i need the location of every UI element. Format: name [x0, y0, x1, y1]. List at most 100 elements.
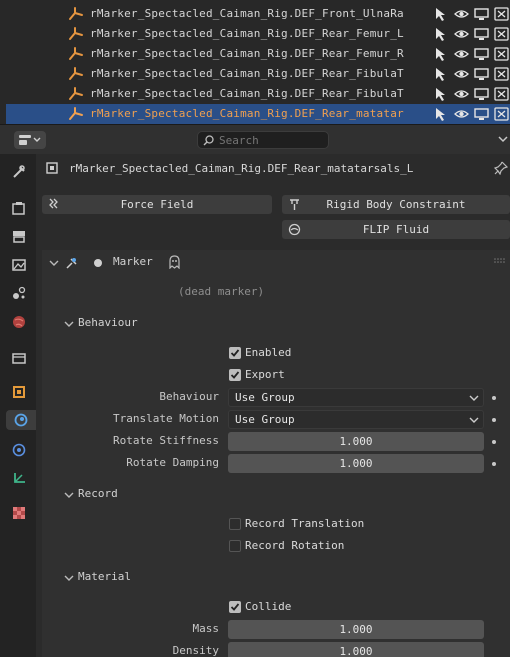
outliner-row[interactable]: rMarker_Spectacled_Caiman_Rig.DEF_Front_…	[6, 4, 510, 24]
outliner-row-name: rMarker_Spectacled_Caiman_Rig.DEF_Rear_F…	[90, 67, 404, 80]
eye-icon[interactable]	[454, 107, 469, 121]
checkmark-icon	[230, 603, 240, 611]
rotate-stiffness-label: Rotate Stiffness	[113, 434, 219, 447]
render-icon[interactable]	[9, 198, 29, 218]
outliner-row-name: rMarker_Spectacled_Caiman_Rig.DEF_Rear_F…	[90, 47, 404, 60]
keyframe-dot[interactable]	[492, 440, 496, 444]
physics-icon[interactable]	[6, 410, 36, 430]
material-collapse-chevron-icon[interactable]	[64, 573, 74, 583]
record-translation-checkbox[interactable]	[229, 518, 241, 530]
eye-icon[interactable]	[454, 87, 469, 101]
search-input[interactable]	[219, 133, 319, 147]
export-checkbox[interactable]	[229, 369, 241, 381]
marker-status: (dead marker)	[178, 285, 265, 298]
collide-label: Collide	[245, 600, 292, 613]
collide-checkbox[interactable]	[229, 601, 241, 613]
select-arrow-icon[interactable]	[434, 87, 449, 101]
translate-motion-dropdown[interactable]: Use Group	[228, 410, 484, 429]
force-field-icon	[49, 198, 58, 209]
select-arrow-icon[interactable]	[434, 27, 449, 41]
eye-icon[interactable]	[454, 27, 469, 41]
bone-icon	[69, 107, 83, 120]
select-arrow-icon[interactable]	[434, 47, 449, 61]
rotate-damping-field[interactable]: 1.000	[228, 454, 484, 473]
flip-fluid-button[interactable]: FLIP Fluid	[282, 220, 510, 239]
constraints-icon[interactable]	[9, 440, 29, 460]
properties-panel: rMarker_Spectacled_Caiman_Rig.DEF_Rear_m…	[36, 154, 510, 657]
world-icon[interactable]	[9, 312, 29, 332]
monitor-icon[interactable]	[474, 7, 489, 21]
mass-field[interactable]: 1.000	[228, 620, 484, 639]
keyframe-dot[interactable]	[492, 462, 496, 466]
enabled-label: Enabled	[245, 346, 292, 359]
checkmark-icon	[230, 371, 240, 379]
select-arrow-icon[interactable]	[434, 107, 449, 121]
behaviour-label: Behaviour	[159, 390, 219, 403]
data-icon[interactable]	[9, 468, 29, 488]
rotate-stiffness-field[interactable]: 1.000	[228, 432, 484, 451]
monitor-icon[interactable]	[474, 67, 489, 81]
camera-icon[interactable]	[494, 107, 509, 121]
monitor-icon[interactable]	[474, 27, 489, 41]
marker-title: Marker	[113, 255, 153, 268]
object-icon[interactable]	[9, 382, 29, 402]
monitor-icon[interactable]	[474, 107, 489, 121]
rigid-body-constraint-icon	[290, 199, 299, 210]
flip-fluid-label: FLIP Fluid	[362, 223, 430, 236]
keyframe-dot[interactable]	[492, 396, 496, 400]
pin-icon[interactable]	[494, 161, 508, 175]
view-layer-icon[interactable]	[9, 255, 29, 275]
tool-icon[interactable]	[9, 162, 29, 182]
eye-icon[interactable]	[454, 7, 469, 21]
force-field-button[interactable]: Force Field	[42, 195, 272, 214]
rigid-body-constraint-label: Rigid Body Constraint	[326, 198, 466, 211]
search-field[interactable]	[197, 131, 329, 149]
chevron-down-icon[interactable]	[497, 133, 509, 145]
rigid-body-constraint-button[interactable]: Rigid Body Constraint	[282, 195, 510, 214]
select-arrow-icon[interactable]	[434, 7, 449, 21]
object-data-icon	[46, 162, 58, 174]
texture-icon[interactable]	[9, 503, 29, 523]
enabled-checkbox[interactable]	[229, 347, 241, 359]
outliner-row[interactable]: rMarker_Spectacled_Caiman_Rig.DEF_Rear_F…	[6, 64, 510, 84]
marker-collapse-chevron-icon[interactable]	[49, 258, 59, 268]
eye-icon[interactable]	[454, 67, 469, 81]
outliner-row[interactable]: rMarker_Spectacled_Caiman_Rig.DEF_Rear_F…	[6, 84, 510, 104]
scene-icon[interactable]	[9, 283, 29, 303]
ghost-icon	[169, 255, 180, 269]
monitor-icon[interactable]	[474, 47, 489, 61]
force-field-label: Force Field	[120, 198, 194, 211]
camera-icon[interactable]	[494, 47, 509, 61]
monitor-icon[interactable]	[474, 87, 489, 101]
density-field[interactable]: 1.000	[228, 642, 484, 657]
behaviour-section-title: Behaviour	[78, 316, 138, 329]
select-arrow-icon[interactable]	[434, 67, 449, 81]
outliner: rMarker_Spectacled_Caiman_Rig.DEF_Front_…	[0, 0, 510, 124]
outliner-row[interactable]: rMarker_Spectacled_Caiman_Rig.DEF_Rear_F…	[6, 24, 510, 44]
behaviour-value: Use Group	[235, 391, 295, 404]
marker-panel: Marker (dead marker) Behaviour Enabled E…	[42, 250, 510, 657]
drag-handle-icon[interactable]	[494, 258, 506, 264]
record-rotation-label: Record Rotation	[245, 539, 345, 552]
translate-motion-value: Use Group	[235, 413, 295, 426]
camera-icon[interactable]	[494, 27, 509, 41]
bone-icon	[69, 7, 83, 20]
output-icon[interactable]	[9, 226, 29, 246]
bone-icon	[69, 47, 83, 60]
outliner-row[interactable]: rMarker_Spectacled_Caiman_Rig.DEF_Rear_m…	[6, 104, 510, 124]
rotate-damping-label: Rotate Damping	[126, 456, 219, 469]
collection-icon[interactable]	[9, 348, 29, 368]
behaviour-dropdown[interactable]: Use Group	[228, 388, 484, 407]
camera-icon[interactable]	[494, 87, 509, 101]
outliner-row[interactable]: rMarker_Spectacled_Caiman_Rig.DEF_Rear_F…	[6, 44, 510, 64]
mass-label: Mass	[192, 622, 220, 635]
editor-type-button[interactable]	[14, 131, 46, 149]
record-rotation-checkbox[interactable]	[229, 540, 241, 552]
behaviour-collapse-chevron-icon[interactable]	[64, 319, 74, 329]
eye-icon[interactable]	[454, 47, 469, 61]
properties-header	[0, 124, 510, 154]
camera-icon[interactable]	[494, 67, 509, 81]
camera-icon[interactable]	[494, 7, 509, 21]
keyframe-dot[interactable]	[492, 418, 496, 422]
record-collapse-chevron-icon[interactable]	[64, 490, 74, 500]
